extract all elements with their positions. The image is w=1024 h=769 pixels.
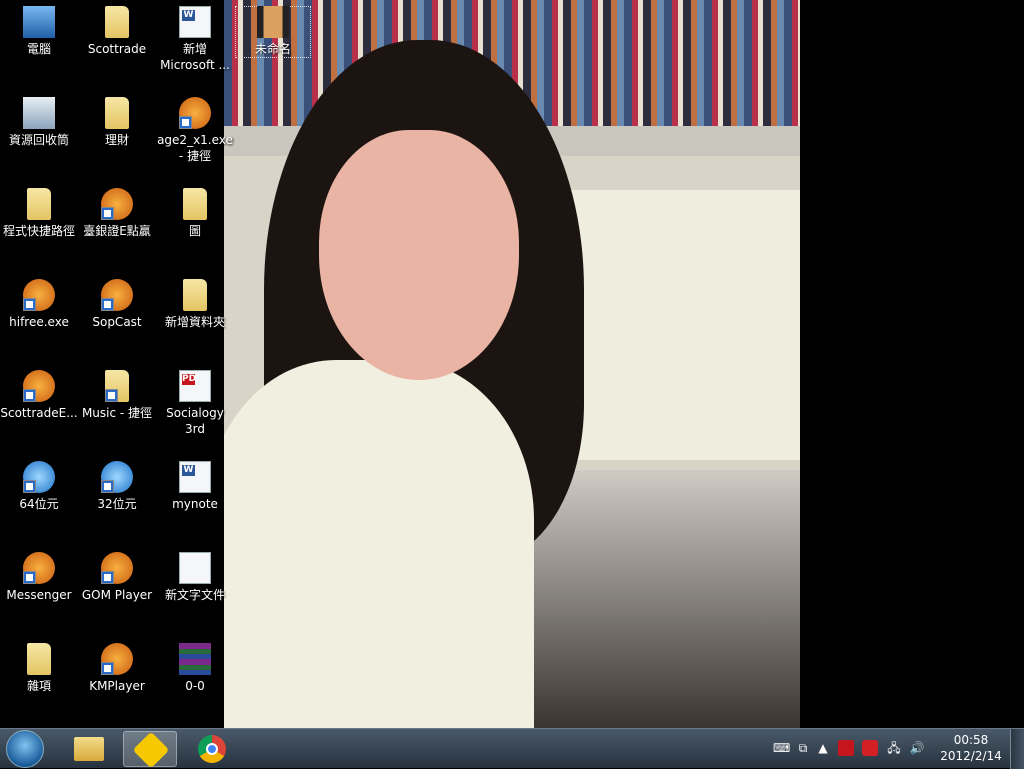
desktop-icon-folder[interactable]: 雜項 (0, 637, 78, 694)
volume-icon[interactable]: 🔊 (909, 740, 925, 756)
desktop-wallpaper (224, 0, 800, 728)
desktop-icon-label: 程式快捷路徑 (2, 224, 75, 238)
desktop-icon-label: 電腦 (26, 42, 51, 56)
desktop-icon-label: 資源回收筒 (8, 133, 69, 147)
desktop-icon-app-shortcut[interactable]: GOM Player (78, 546, 156, 603)
folder-icon (183, 279, 207, 311)
desktop-icon-label: 新增資料夾 (164, 315, 225, 329)
folder-shortcut-icon (105, 370, 129, 402)
desktop-icon-label: 未命名 (254, 42, 291, 56)
folder-icon (105, 97, 129, 129)
clock-date: 2012/2/14 (940, 749, 1002, 763)
desktop-icon-folder-shortcut[interactable]: Music - 捷徑 (78, 364, 156, 421)
desktop-icon-label: Music - 捷徑 (81, 406, 153, 420)
app-shortcut-icon (23, 279, 55, 311)
desktop-icon-folder[interactable]: 程式快捷路徑 (0, 182, 78, 239)
desktop-icon-app-shortcut[interactable]: SopCast (78, 273, 156, 330)
desktop-icon-label: 雜項 (26, 679, 51, 693)
desktop-icon-label: Messenger (6, 588, 72, 602)
folder-icon (27, 643, 51, 675)
word-doc-icon: W (179, 6, 211, 38)
folder-icon (105, 6, 129, 38)
desktop-icon-app-shortcut[interactable]: 臺銀證E點贏 (78, 182, 156, 239)
desktop-icon-label: 圖 (188, 224, 201, 238)
taskbar-chrome-button[interactable] (186, 731, 240, 767)
app-shortcut-icon (101, 552, 133, 584)
desktop-icon-label: Scottrade (87, 42, 147, 56)
ie-shortcut-icon (101, 461, 133, 493)
desktop-icon-label: mynote (172, 497, 218, 511)
taskbar-active-app-button[interactable] (123, 731, 177, 769)
desktop-icon-label: ScottradeE... (0, 406, 78, 420)
desktop-icon-label: SopCast (92, 315, 142, 329)
network-icon[interactable]: 🖧 (886, 740, 902, 756)
app-shortcut-icon (179, 97, 211, 129)
folder-icon (183, 188, 207, 220)
clock[interactable]: 00:58 2012/2/14 (936, 732, 1006, 764)
show-hidden-icons-chevron-icon[interactable]: ▲ (815, 740, 831, 756)
chrome-icon (198, 735, 226, 763)
desktop-icon-app-shortcut[interactable]: hifree.exe (0, 273, 78, 330)
language-bar-icon[interactable]: ⧉ (795, 740, 811, 756)
image-icon (257, 6, 289, 38)
desktop-icon-image[interactable]: 未命名 (234, 0, 312, 57)
desktop-icon-folder[interactable]: 新增資料夾 (156, 273, 234, 330)
desktop-icon-computer[interactable]: 電腦 (0, 0, 78, 57)
taskbar: ⌨ ⧉ ▲ 🖧 🔊 00:58 2012/2/14 (0, 728, 1024, 769)
app-icon (132, 731, 170, 769)
desktop-icon-label: 新文字文件 (164, 588, 225, 602)
acrobat-tray-icon[interactable] (838, 740, 854, 756)
start-button[interactable] (6, 730, 44, 768)
desktop-icon-label: hifree.exe (9, 315, 69, 329)
desktop-icon-label: 臺銀證E點贏 (83, 224, 151, 238)
app-shortcut-icon (101, 643, 133, 675)
desktop-icon-word-doc[interactable]: Wmynote (156, 455, 234, 512)
desktop-icon-label: 0-0 (185, 679, 205, 693)
app-shortcut-icon (23, 552, 55, 584)
desktop-icon-recycle[interactable]: 資源回收筒 (0, 91, 78, 148)
desktop-icon-label: Socialogy 3rd (166, 406, 224, 436)
desktop-icon-folder[interactable]: Scottrade (78, 0, 156, 57)
desktop-icon-ie-shortcut[interactable]: 32位元 (78, 455, 156, 512)
taskbar-explorer-button[interactable] (62, 731, 116, 767)
folder-icon (74, 737, 104, 761)
desktop-icon-app-shortcut[interactable]: age2_x1.exe - 捷徑 (156, 91, 234, 164)
app-shortcut-icon (101, 188, 133, 220)
desktop-icon-label: KMPlayer (89, 679, 145, 693)
desktop-icon-label: 理財 (104, 133, 129, 147)
app-shortcut-icon (101, 279, 133, 311)
desktop-icon-pdf[interactable]: PDF Socialogy 3rd (156, 364, 234, 437)
desktop-icon-text-doc[interactable]: 新文字文件 (156, 546, 234, 603)
recycle-icon (23, 97, 55, 129)
rar-icon (179, 643, 211, 675)
avira-tray-icon[interactable] (862, 740, 878, 756)
app-shortcut-icon (23, 370, 55, 402)
desktop-icon-rar[interactable]: 0-0 (156, 637, 234, 694)
desktop-icon-ie-shortcut[interactable]: 64位元 (0, 455, 78, 512)
folder-icon (27, 188, 51, 220)
desktop-icon-label: 新增 Microsoft ... (160, 42, 230, 72)
desktop-icon-label: 64位元 (19, 497, 59, 511)
desktop-icon-app-shortcut[interactable]: KMPlayer (78, 637, 156, 694)
word-doc-icon: W (179, 461, 211, 493)
desktop-icon-label: age2_x1.exe - 捷徑 (157, 133, 233, 163)
text-doc-icon (179, 552, 211, 584)
desktop-icon-label: 32位元 (97, 497, 137, 511)
desktop-icon-app-shortcut[interactable]: Messenger (0, 546, 78, 603)
ie-shortcut-icon (23, 461, 55, 493)
desktop-icon-label: GOM Player (81, 588, 153, 602)
desktop-icon-app-shortcut[interactable]: ScottradeE... (0, 364, 78, 421)
desktop-icon-folder[interactable]: 理財 (78, 91, 156, 148)
clock-time: 00:58 (953, 733, 989, 747)
pdf-icon: PDF (179, 370, 211, 402)
desktop-icon-folder[interactable]: 圖 (156, 182, 234, 239)
desktop-icon-word-doc[interactable]: W 新增 Microsoft ... (156, 0, 234, 73)
keyboard-icon[interactable]: ⌨ (773, 740, 790, 756)
computer-icon (23, 6, 55, 38)
show-desktop-button[interactable] (1010, 729, 1024, 769)
